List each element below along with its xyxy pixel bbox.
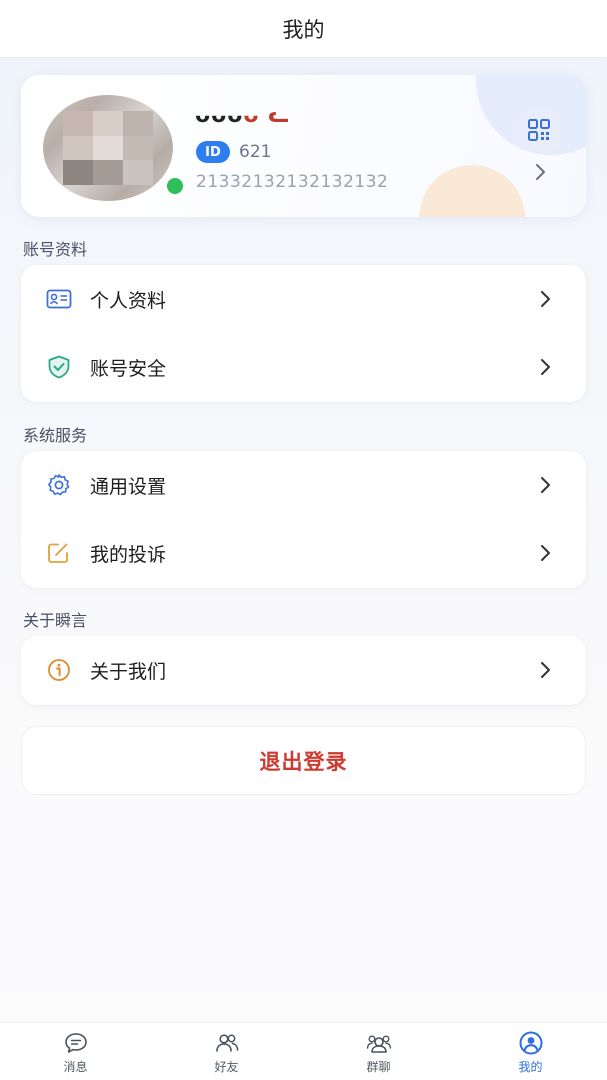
nickname-text: ᴗᴗᴗ bbox=[195, 103, 244, 128]
chevron-right-icon bbox=[541, 359, 550, 375]
tab-label: 好友 bbox=[214, 1060, 239, 1074]
nickname: ᴗᴗᴗᴗ ᓚ bbox=[195, 103, 290, 129]
qr-code-button[interactable] bbox=[517, 109, 561, 151]
friends-icon bbox=[215, 1034, 238, 1052]
tab-friends[interactable]: 好友 bbox=[151, 1023, 302, 1080]
top-bar: 我的 bbox=[0, 0, 607, 58]
menu-item-label: 个人资料 bbox=[90, 289, 167, 312]
menu-item-profile[interactable]: 个人资料 bbox=[21, 265, 586, 333]
section-title-system: 系统服务 bbox=[23, 426, 88, 445]
tab-me[interactable]: 我的 bbox=[455, 1023, 606, 1080]
qr-code-icon bbox=[528, 119, 550, 141]
bottom-tab-bar: 消息 好友 群聊 我的 bbox=[0, 1022, 607, 1080]
chat-bubble-icon bbox=[64, 1033, 87, 1053]
card-decoration-peach bbox=[419, 165, 525, 217]
menu-item-security[interactable]: 账号安全 bbox=[21, 333, 586, 401]
logout-label: 退出登录 bbox=[259, 749, 348, 774]
tab-group-chat[interactable]: 群聊 bbox=[303, 1023, 454, 1080]
system-group: 通用设置 我的投诉 bbox=[21, 451, 586, 588]
user-id-row: ID 621 bbox=[196, 141, 271, 163]
menu-item-about-us[interactable]: 关于我们 bbox=[21, 636, 586, 704]
phone-number: 21332132132132132 bbox=[196, 172, 389, 192]
logout-button[interactable]: 退出登录 bbox=[21, 726, 586, 795]
tab-messages[interactable]: 消息 bbox=[0, 1023, 151, 1080]
page-title: 我的 bbox=[282, 17, 325, 42]
id-badge: ID bbox=[196, 141, 230, 163]
nickname-tail: ᴗ ᓚ bbox=[243, 103, 290, 128]
chevron-right-icon bbox=[541, 291, 550, 307]
profile-icon bbox=[519, 1031, 542, 1055]
menu-item-settings[interactable]: 通用设置 bbox=[21, 451, 586, 519]
section-title-account: 账号资料 bbox=[23, 240, 88, 259]
edit-icon bbox=[48, 543, 68, 563]
chevron-right-icon bbox=[541, 662, 550, 678]
tab-label: 群聊 bbox=[366, 1060, 391, 1074]
menu-item-label: 账号安全 bbox=[90, 357, 167, 380]
user-id-value: 621 bbox=[239, 142, 272, 162]
tab-label: 消息 bbox=[63, 1060, 88, 1074]
tab-label: 我的 bbox=[518, 1060, 543, 1074]
gear-icon bbox=[48, 474, 70, 496]
menu-item-complaint[interactable]: 我的投诉 bbox=[21, 519, 586, 587]
account-group: 个人资料 账号安全 bbox=[21, 265, 586, 402]
about-group: 关于我们 bbox=[21, 636, 586, 705]
info-icon bbox=[48, 659, 70, 681]
chevron-right-icon bbox=[541, 545, 550, 561]
avatar[interactable] bbox=[43, 95, 173, 201]
section-title-about: 关于瞬言 bbox=[23, 611, 88, 630]
chevron-right-icon bbox=[541, 477, 550, 493]
shield-check-icon bbox=[48, 355, 70, 379]
online-status-dot bbox=[164, 175, 186, 197]
menu-item-label: 我的投诉 bbox=[90, 543, 167, 566]
menu-item-label: 通用设置 bbox=[90, 475, 167, 498]
profile-chevron-icon[interactable] bbox=[531, 160, 551, 184]
avatar-mosaic bbox=[63, 111, 153, 185]
group-chat-icon bbox=[366, 1035, 391, 1053]
menu-item-label: 关于我们 bbox=[90, 660, 167, 683]
id-card-icon bbox=[46, 289, 72, 309]
profile-card[interactable]: ᴗᴗᴗᴗ ᓚ ID 621 21332132132132132 bbox=[21, 75, 586, 217]
